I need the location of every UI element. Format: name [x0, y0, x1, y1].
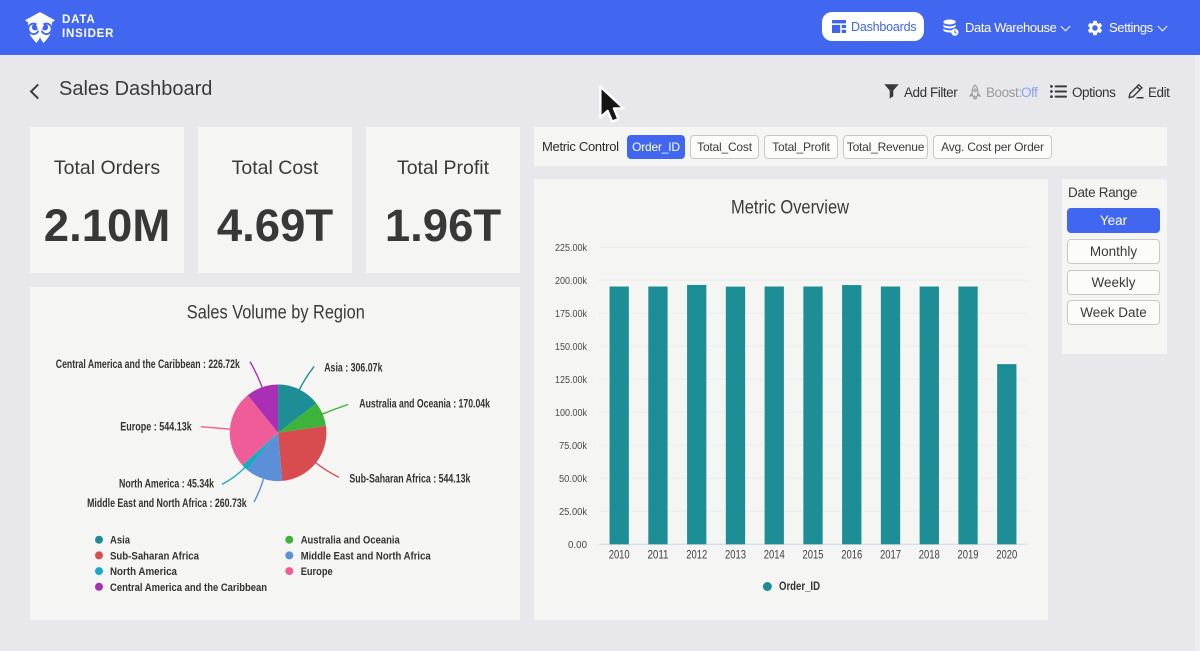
svg-text:Europe: Europe	[301, 566, 333, 578]
svg-text:Sub-Saharan Africa: Sub-Saharan Africa	[110, 550, 200, 562]
svg-text:0.00: 0.00	[568, 540, 587, 551]
svg-text:Metric Overview: Metric Overview	[731, 197, 849, 218]
svg-text:25.00k: 25.00k	[559, 507, 588, 518]
svg-text:Asia: Asia	[110, 535, 131, 547]
svg-text:2018: 2018	[919, 548, 940, 562]
svg-text:Asia : 306.07k: Asia : 306.07k	[324, 362, 383, 374]
svg-text:Australia and Oceania: Australia and Oceania	[301, 535, 401, 547]
svg-text:North America : 45.34k: North America : 45.34k	[119, 478, 214, 490]
svg-text:Europe : 544.13k: Europe : 544.13k	[120, 421, 192, 433]
svg-text:125.00k: 125.00k	[555, 375, 588, 386]
svg-text:75.00k: 75.00k	[559, 441, 588, 452]
svg-text:225.00k: 225.00k	[555, 243, 588, 254]
svg-text:2011: 2011	[647, 548, 668, 562]
svg-text:2015: 2015	[803, 548, 824, 562]
svg-text:150.00k: 150.00k	[555, 342, 588, 353]
svg-text:175.00k: 175.00k	[555, 309, 588, 320]
svg-text:2016: 2016	[841, 548, 862, 562]
svg-text:Australia and Oceania : 170.04: Australia and Oceania : 170.04k	[359, 399, 490, 411]
svg-text:Sales Volume by Region: Sales Volume by Region	[187, 302, 365, 323]
svg-text:Order_ID: Order_ID	[779, 579, 820, 593]
svg-text:Middle East and North Africa :: Middle East and North Africa : 260.73k	[87, 498, 247, 510]
svg-text:2019: 2019	[958, 548, 979, 562]
svg-text:50.00k: 50.00k	[559, 474, 588, 485]
svg-text:2017: 2017	[880, 548, 901, 562]
svg-text:2020: 2020	[996, 548, 1017, 562]
svg-text:Sub-Saharan Africa : 544.13k: Sub-Saharan Africa : 544.13k	[349, 474, 470, 486]
svg-text:200.00k: 200.00k	[555, 276, 588, 287]
svg-text:Middle East and North Africa: Middle East and North Africa	[301, 550, 432, 562]
svg-text:Central America and the Caribb: Central America and the Caribbean	[110, 582, 267, 594]
svg-text:2010: 2010	[609, 548, 630, 562]
svg-text:2013: 2013	[725, 548, 746, 562]
svg-text:2014: 2014	[764, 548, 785, 562]
svg-text:North America: North America	[110, 566, 178, 578]
svg-text:Central America and the Caribb: Central America and the Caribbean : 226.…	[56, 359, 240, 371]
svg-text:2012: 2012	[686, 548, 707, 562]
svg-text:100.00k: 100.00k	[555, 408, 588, 419]
